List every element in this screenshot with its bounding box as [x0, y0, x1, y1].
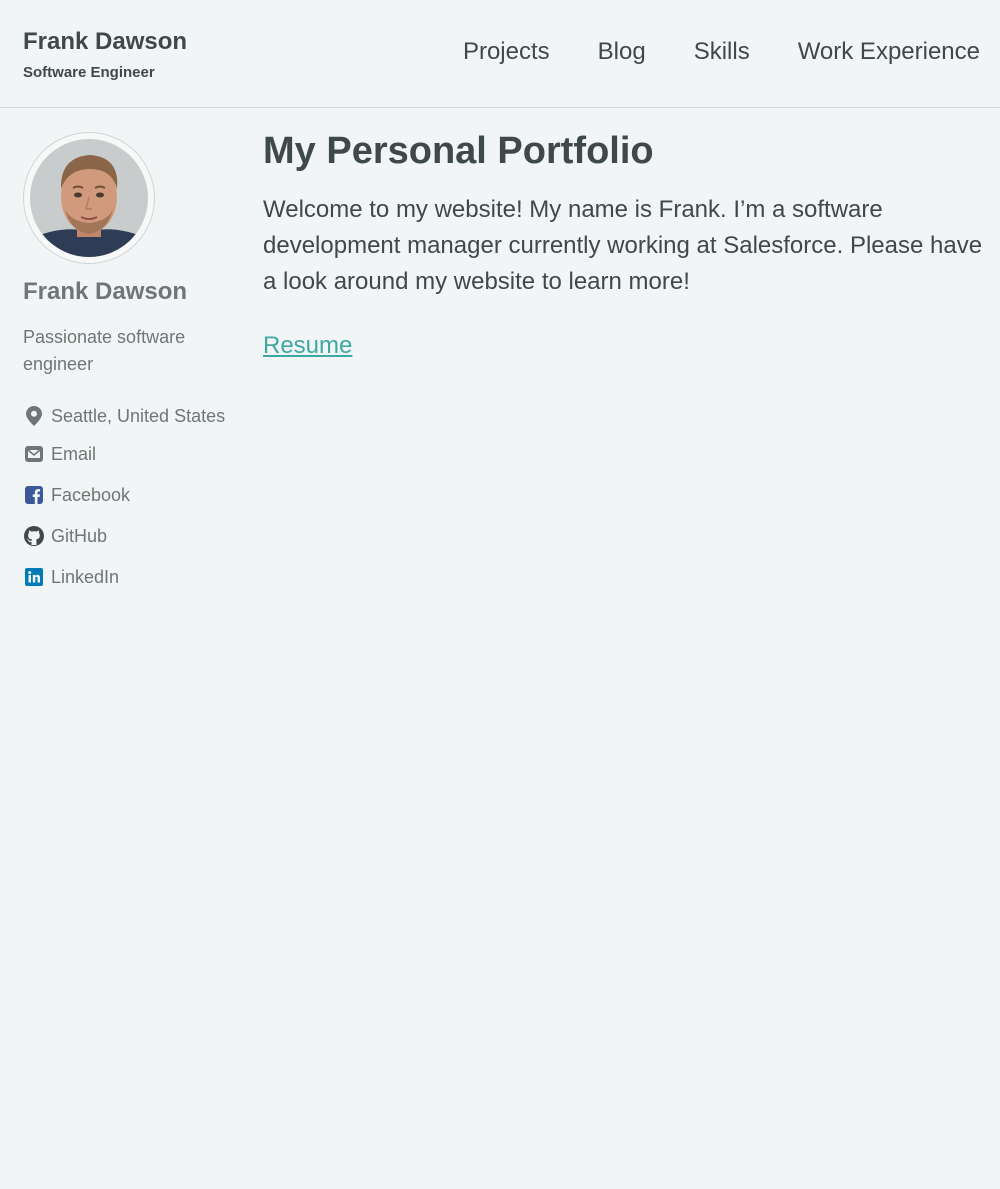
- github-link[interactable]: GitHub: [51, 526, 107, 547]
- resume-link[interactable]: Resume: [263, 332, 352, 360]
- main-content: My Personal Portfolio Welcome to my webs…: [263, 130, 988, 360]
- main-nav: Projects Blog Skills Work Experience: [463, 38, 980, 66]
- facebook-icon: [23, 484, 45, 506]
- author-link-facebook[interactable]: Facebook: [23, 483, 238, 507]
- map-marker-icon: [23, 405, 45, 427]
- author-bio: Passionate software engineer: [23, 327, 186, 374]
- author-link-linkedin[interactable]: LinkedIn: [23, 565, 238, 589]
- nav-work-experience[interactable]: Work Experience: [798, 38, 980, 66]
- author-links: Seattle, United States Email Facebook Gi…: [23, 404, 238, 589]
- masthead: Frank Dawson Software Engineer Projects …: [0, 0, 1000, 108]
- github-icon: [23, 525, 45, 547]
- linkedin-link[interactable]: LinkedIn: [51, 567, 119, 588]
- avatar: [23, 132, 155, 264]
- nav-blog[interactable]: Blog: [598, 38, 646, 66]
- site-subtitle: Software Engineer: [23, 64, 155, 81]
- location-item: Seattle, United States: [23, 404, 238, 428]
- page-title: My Personal Portfolio: [263, 130, 654, 172]
- intro-paragraph: Welcome to my website! My name is Frank.…: [263, 196, 983, 295]
- author-name: Frank Dawson: [23, 278, 188, 305]
- location-text: Seattle, United States: [51, 405, 226, 426]
- nav-projects[interactable]: Projects: [463, 38, 550, 66]
- email-link[interactable]: Email: [51, 444, 96, 465]
- avatar-photo: [30, 139, 148, 257]
- author-link-github[interactable]: GitHub: [23, 524, 238, 548]
- author-link-email[interactable]: Email: [23, 442, 238, 466]
- facebook-link[interactable]: Facebook: [51, 485, 130, 506]
- nav-skills[interactable]: Skills: [694, 38, 750, 66]
- author-sidebar: Frank Dawson Passionate software enginee…: [23, 132, 238, 606]
- site-title[interactable]: Frank Dawson: [23, 28, 187, 56]
- envelope-icon: [23, 443, 45, 465]
- linkedin-icon: [23, 566, 45, 588]
